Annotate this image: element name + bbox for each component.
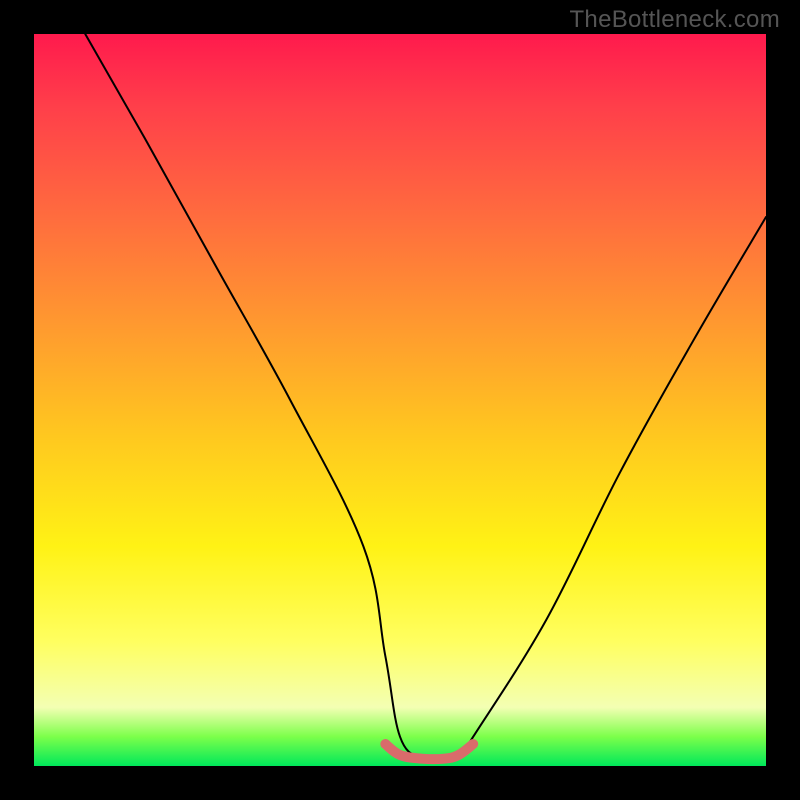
- curve-svg: [34, 34, 766, 766]
- bottleneck-curve-path: [85, 34, 766, 760]
- chart-frame: TheBottleneck.com: [0, 0, 800, 800]
- bottleneck-floor-path: [385, 744, 473, 759]
- watermark-label: TheBottleneck.com: [569, 6, 780, 34]
- plot-area: [34, 34, 766, 766]
